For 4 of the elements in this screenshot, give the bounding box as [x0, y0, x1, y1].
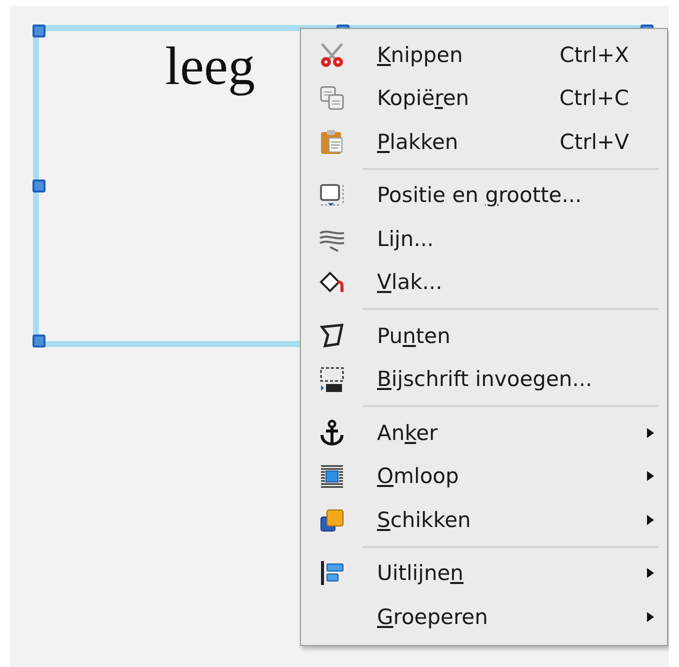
frame-text: leeg [165, 35, 255, 97]
shortcut-label: Ctrl+V [560, 130, 630, 154]
shortcut-label: Ctrl+C [559, 86, 630, 110]
shortcut-label: Ctrl+X [560, 42, 630, 67]
